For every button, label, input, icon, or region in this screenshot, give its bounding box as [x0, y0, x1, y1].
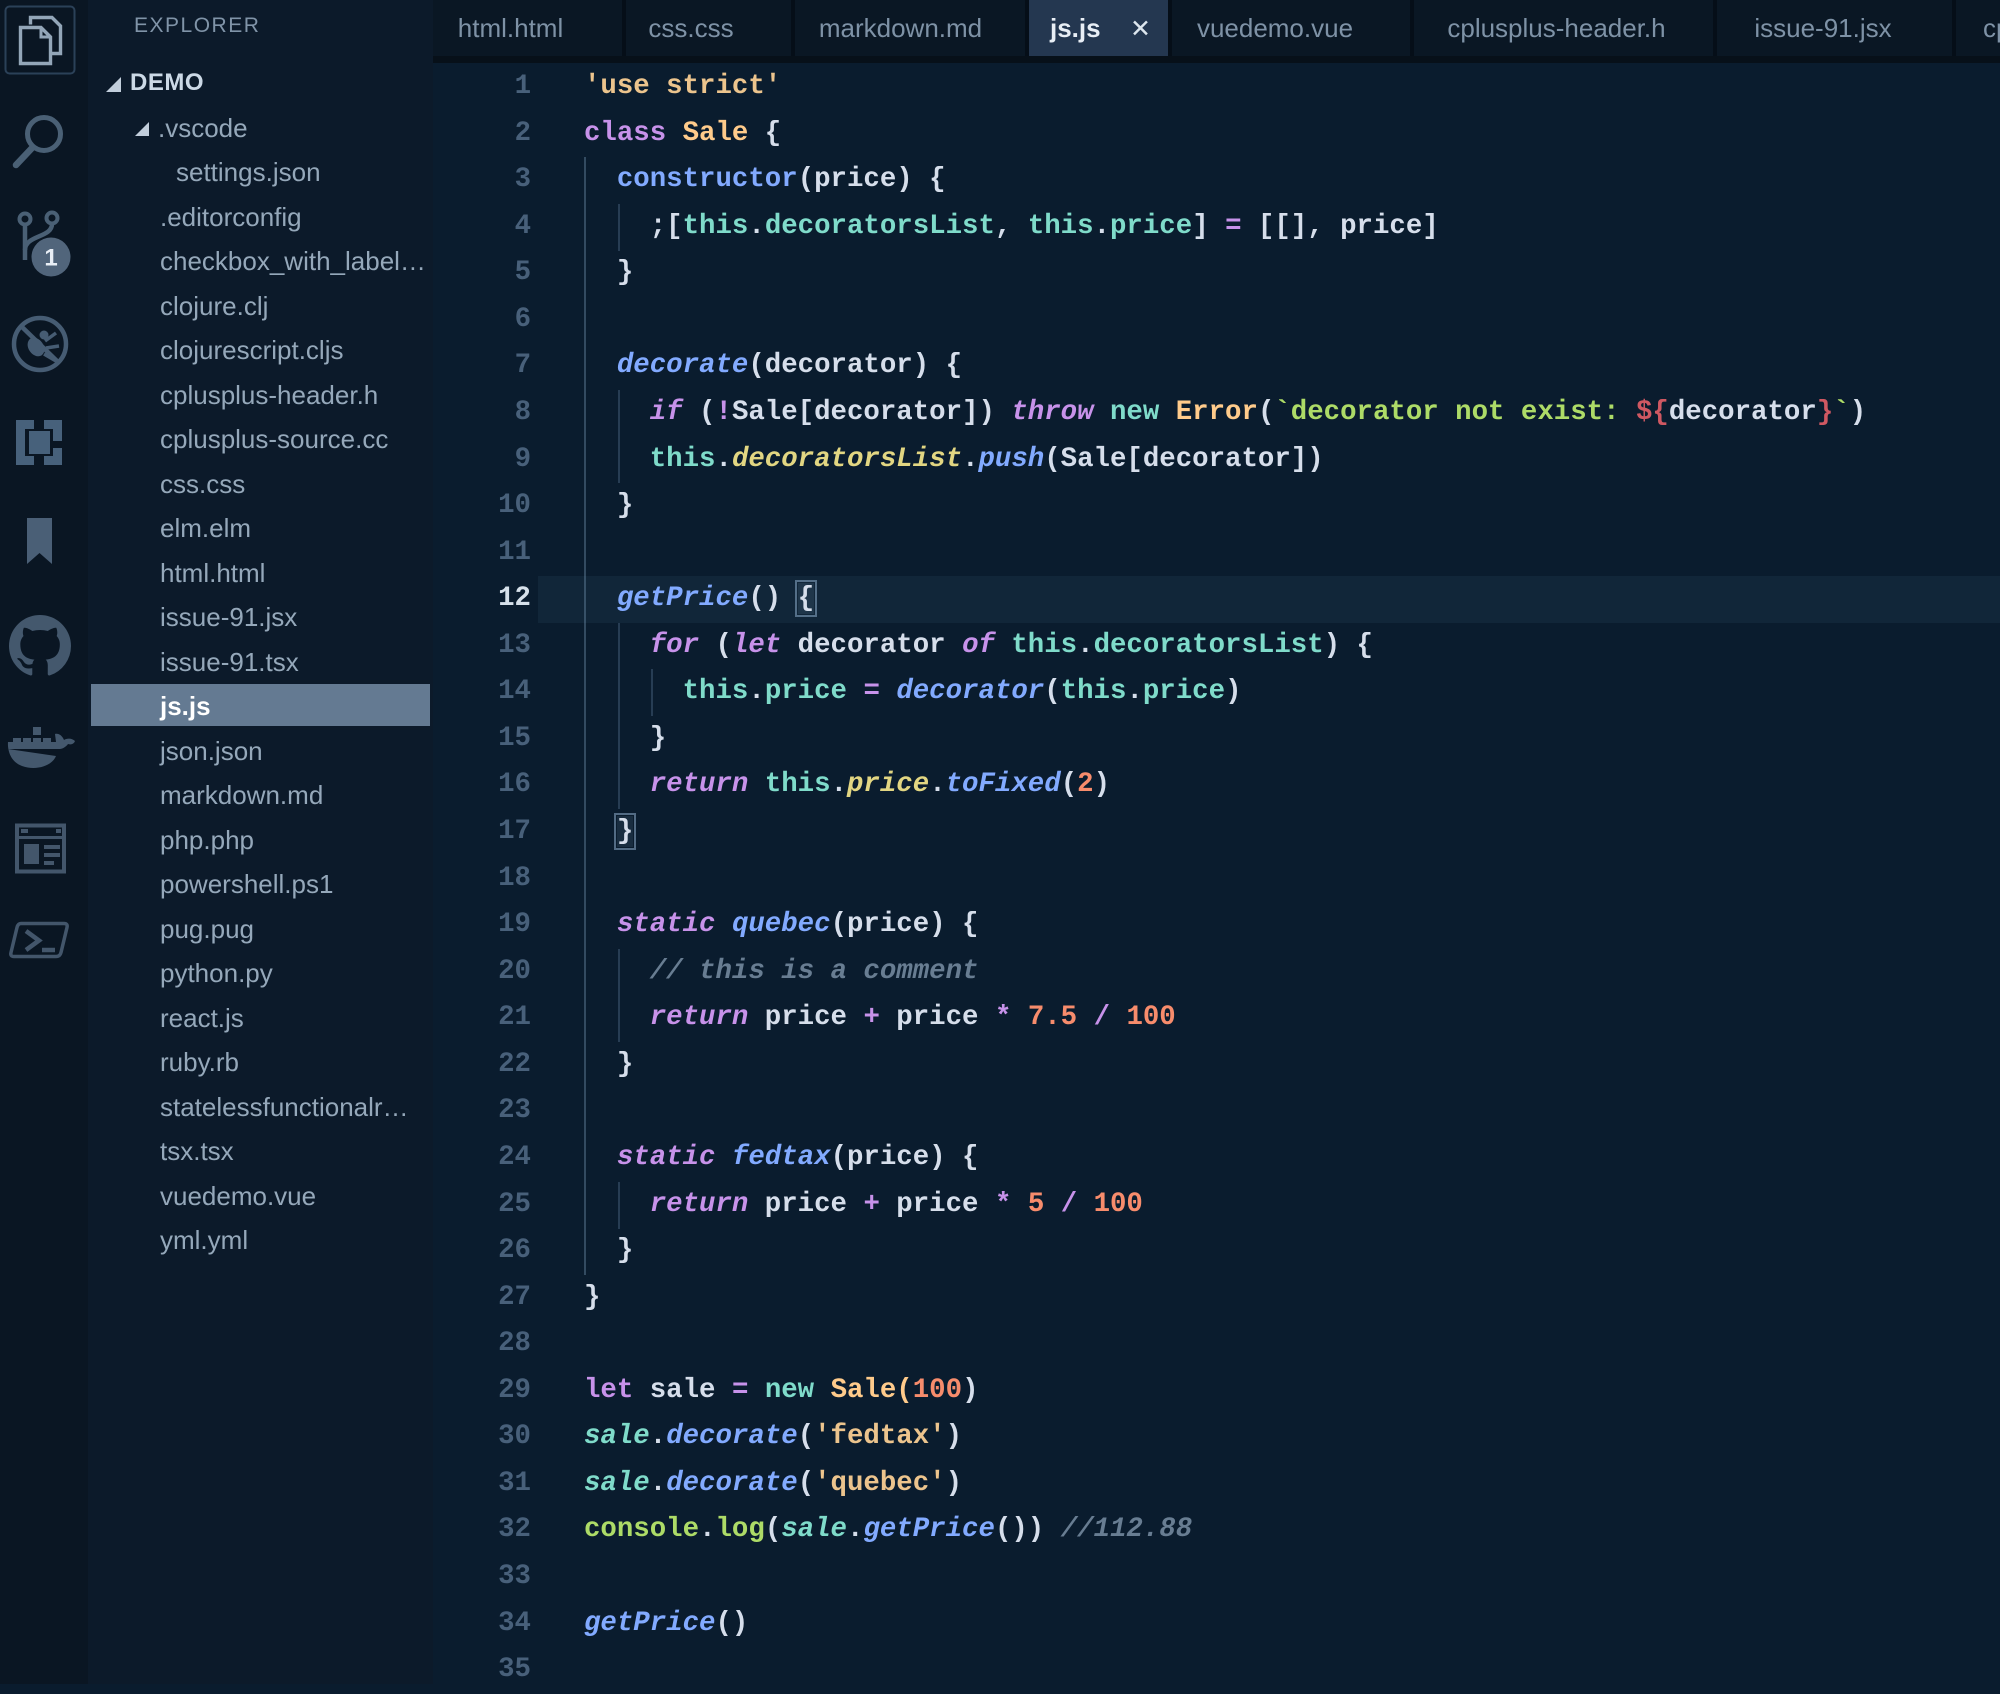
svg-text:1: 1 [44, 245, 57, 272]
